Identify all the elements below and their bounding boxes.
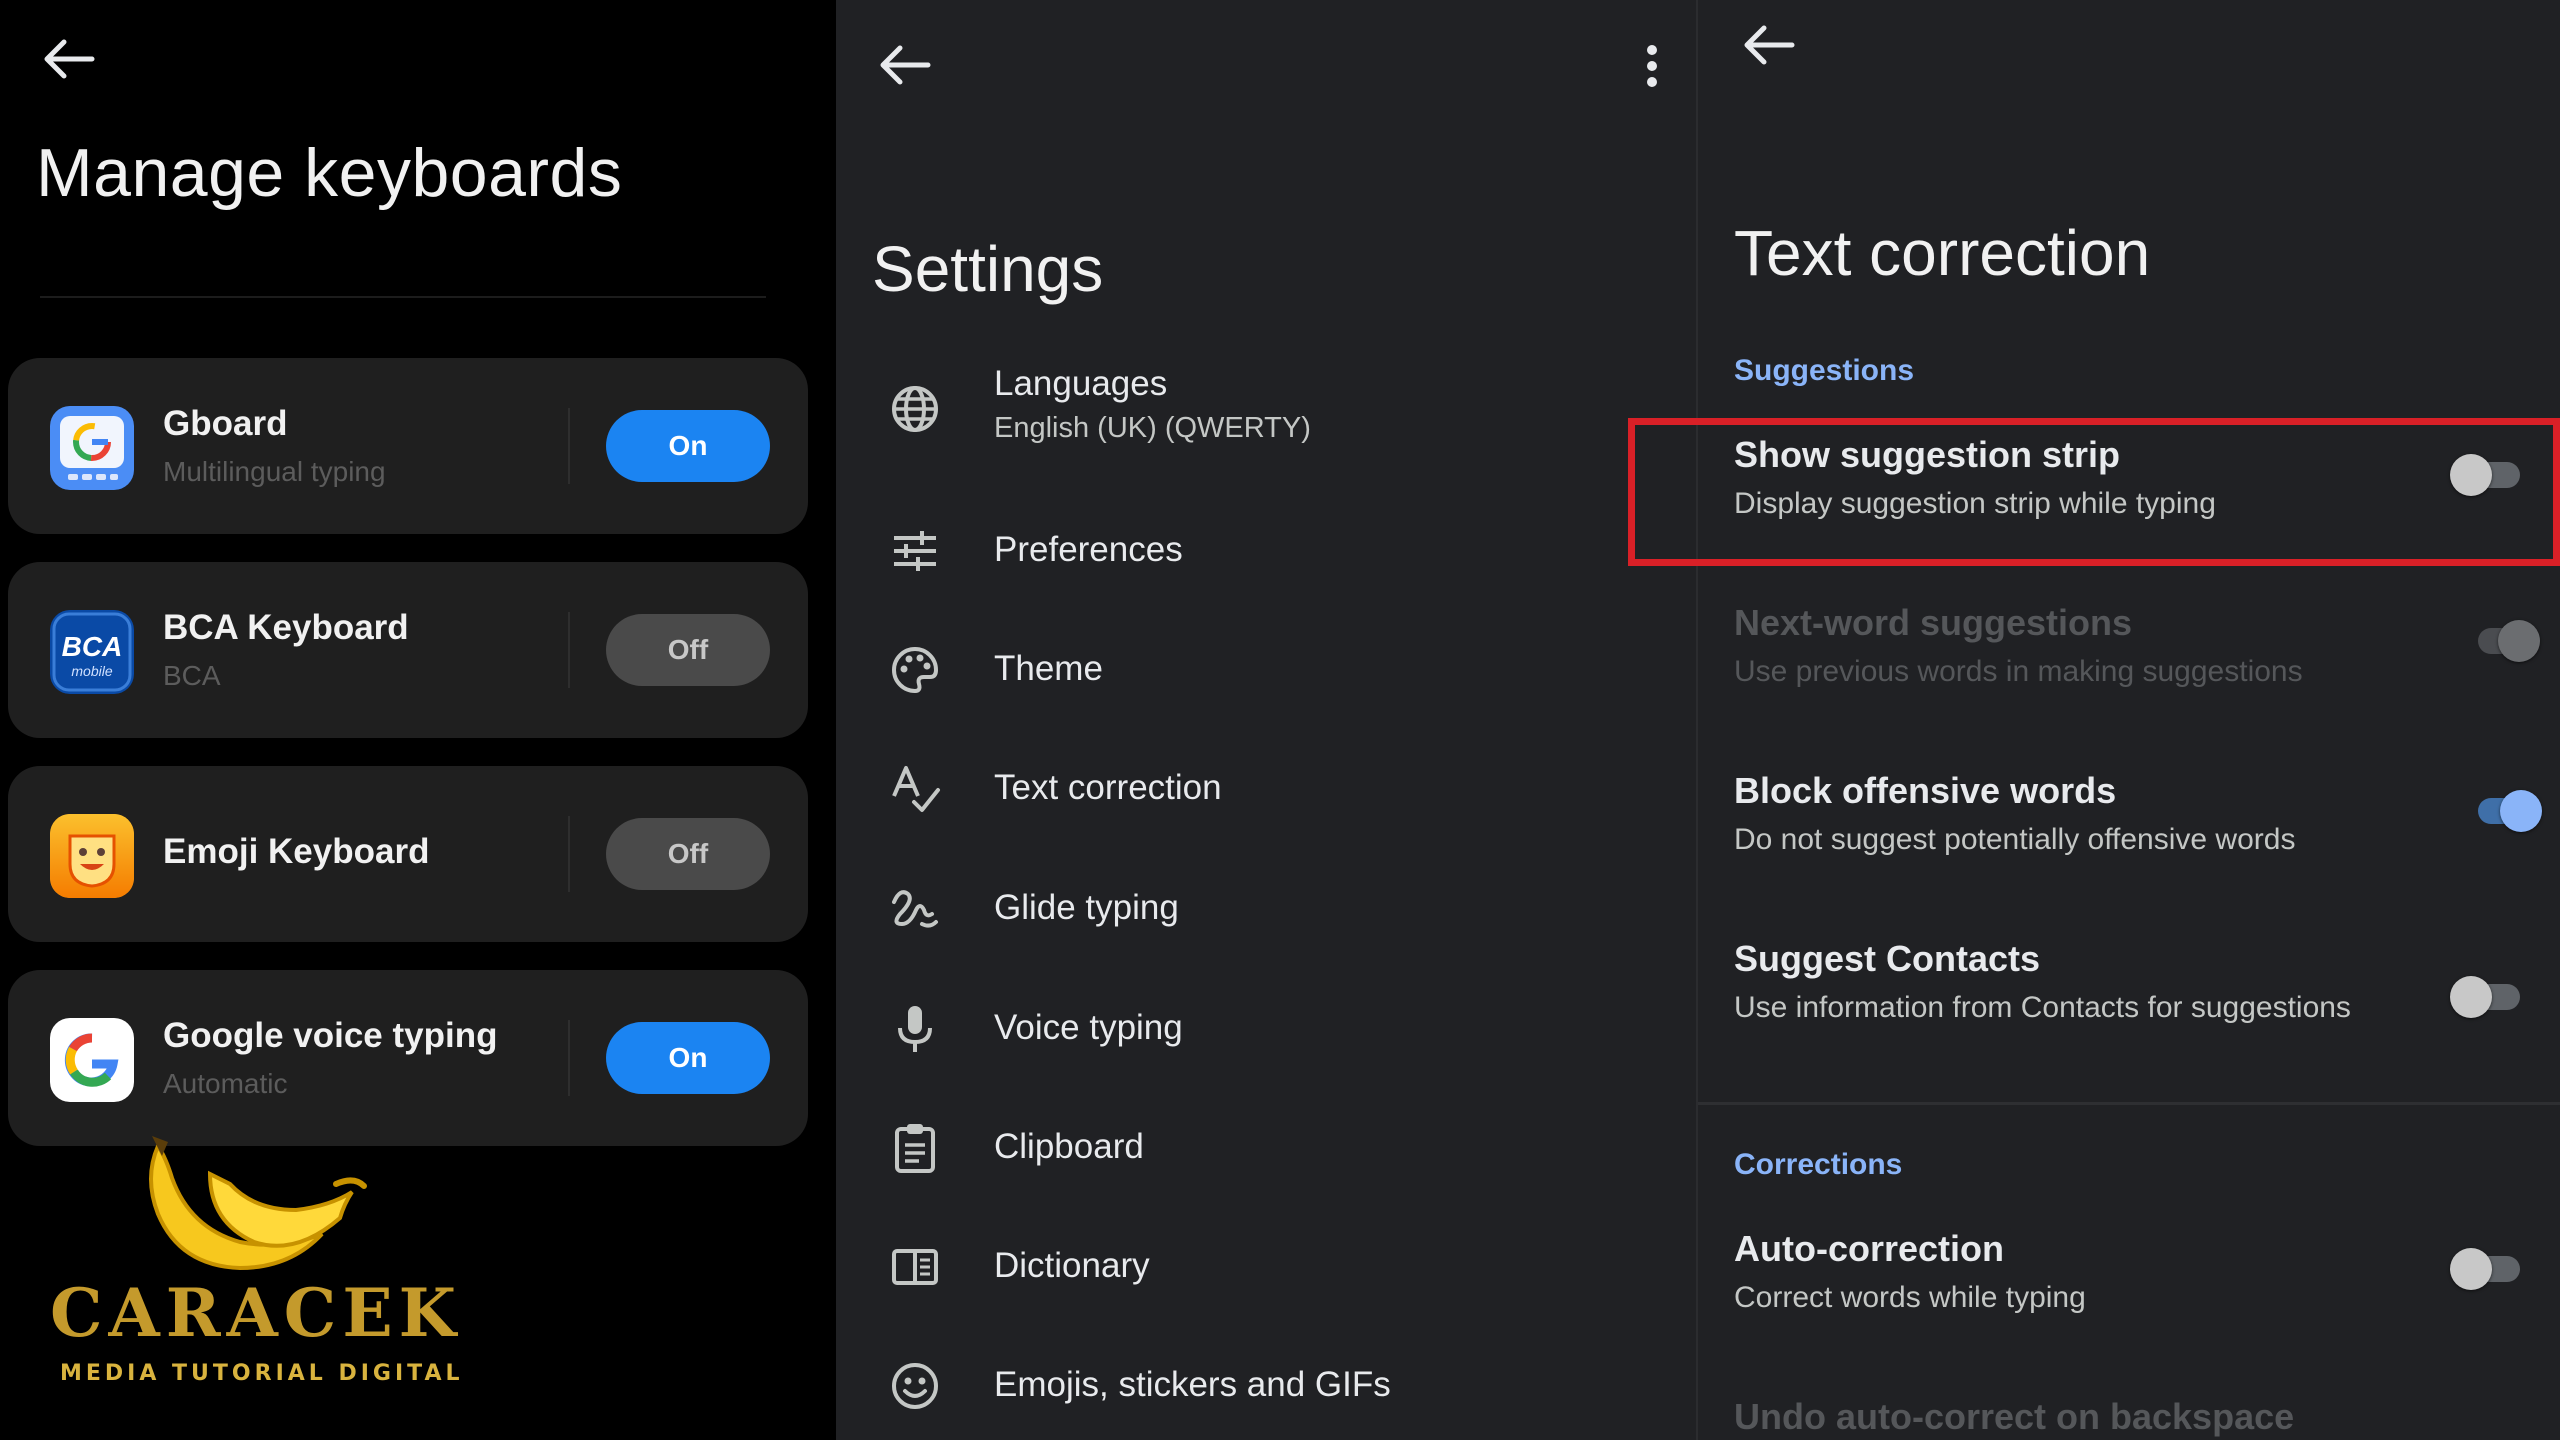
back-arrow-icon[interactable] [36, 28, 102, 90]
page-title: Settings [872, 233, 1104, 305]
smiley-icon [892, 1363, 938, 1409]
settings-item-emojis[interactable]: Emojis, stickers and GIFs [836, 1331, 1696, 1440]
google-voice-toggle[interactable]: On [606, 1022, 770, 1094]
settings-item-preferences[interactable]: Preferences [836, 496, 1696, 606]
book-icon [892, 1249, 938, 1285]
back-arrow-icon[interactable] [1736, 14, 1802, 76]
setting-subtitle: Use previous words in making suggestions [1734, 655, 2303, 688]
setting-label: Auto-correction [1734, 1228, 2004, 1269]
next-word-suggestions-switch [2470, 620, 2540, 662]
setting-label: Undo auto-correct on backspace [1734, 1396, 2295, 1437]
mic-icon [898, 1006, 932, 1052]
settings-item-label: Voice typing [994, 1008, 1183, 1047]
keyboard-subtitle: Multilingual typing [163, 456, 386, 487]
setting-suggest-contacts[interactable]: Suggest Contacts Use information from Co… [1698, 938, 2560, 1068]
banana-icon [149, 1136, 367, 1271]
setting-subtitle: Correct words while typing [1734, 1281, 2086, 1314]
highlight-box [1628, 418, 2560, 566]
watermark-brand: CARACEK [50, 1274, 462, 1352]
more-options-icon[interactable] [1632, 36, 1672, 96]
setting-undo-auto-correct[interactable]: Undo auto-correct on backspace [1698, 1396, 2560, 1440]
separator [568, 612, 570, 688]
page-title: Text correction [1734, 217, 2151, 289]
settings-item-label: Clipboard [994, 1127, 1144, 1166]
settings-item-label: Languages [994, 364, 1168, 403]
bca-logo-subtext: mobile [71, 663, 112, 679]
setting-block-offensive-words[interactable]: Block offensive words Do not suggest pot… [1698, 770, 2560, 860]
section-header-corrections: Corrections [1734, 1148, 1903, 1181]
gesture-icon [892, 890, 938, 928]
settings-item-label: Emojis, stickers and GIFs [994, 1365, 1391, 1404]
back-arrow-icon[interactable] [872, 34, 938, 96]
emoji-keyboard-app-icon [50, 814, 134, 898]
keyboard-subtitle: BCA [163, 660, 221, 691]
setting-label: Suggest Contacts [1734, 938, 2041, 979]
sliders-icon [894, 531, 936, 571]
keyboard-card-gboard[interactable]: Gboard Multilingual typing On [8, 358, 808, 534]
emoji-keyboard-toggle[interactable]: Off [606, 818, 770, 890]
settings-item-voice-typing[interactable]: Voice typing [836, 974, 1696, 1084]
section-divider [1698, 1102, 2560, 1105]
keyboard-name: BCA Keyboard [163, 608, 409, 647]
keyboard-subtitle: Automatic [163, 1068, 288, 1099]
bca-logo-text: BCA [62, 631, 123, 662]
google-g-icon [50, 1018, 134, 1102]
settings-item-label: Theme [994, 649, 1103, 688]
settings-item-clipboard[interactable]: Clipboard [836, 1093, 1696, 1203]
settings-item-glide-typing[interactable]: Glide typing [836, 854, 1696, 964]
settings-item-label: Glide typing [994, 888, 1179, 927]
clipboard-icon [895, 1124, 935, 1173]
gboard-app-icon [50, 406, 134, 490]
spellcheck-icon [892, 766, 940, 812]
keyboard-name: Google voice typing [163, 1016, 498, 1055]
setting-label: Block offensive words [1734, 770, 2117, 811]
block-offensive-words-switch[interactable] [2470, 790, 2542, 832]
caracek-watermark-logo: CARACEK MEDIA TUTORIAL DIGITAL [50, 1136, 464, 1386]
settings-item-text-correction[interactable]: Text correction [836, 734, 1696, 844]
settings-item-theme[interactable]: Theme [836, 615, 1696, 725]
keyboard-name: Emoji Keyboard [163, 832, 430, 871]
manage-keyboards-panel: Manage keyboards Gboard Multilingual typ… [0, 0, 836, 1440]
settings-item-label: Dictionary [994, 1246, 1150, 1285]
separator [568, 816, 570, 892]
palette-icon [892, 646, 939, 694]
keyboard-card-bca[interactable]: BCA mobile BCA Keyboard BCA Off [8, 562, 808, 738]
separator [568, 408, 570, 484]
globe-icon [892, 386, 938, 432]
divider [40, 296, 766, 298]
settings-item-label: Text correction [994, 768, 1222, 807]
section-header-suggestions: Suggestions [1734, 354, 1915, 387]
settings-item-label: Preferences [994, 530, 1183, 569]
bca-keyboard-toggle[interactable]: Off [606, 614, 770, 686]
setting-subtitle: Use information from Contacts for sugges… [1734, 991, 2351, 1024]
bca-app-icon: BCA mobile [50, 610, 134, 694]
setting-label: Next-word suggestions [1734, 602, 2133, 643]
suggest-contacts-switch[interactable] [2450, 976, 2520, 1018]
setting-auto-correction[interactable]: Auto-correction Correct words while typi… [1698, 1228, 2560, 1318]
keyboard-card-emoji[interactable]: Emoji Keyboard Off [8, 766, 808, 942]
setting-subtitle: Do not suggest potentially offensive wor… [1734, 823, 2296, 856]
settings-item-subtitle: English (UK) (QWERTY) [994, 412, 1311, 444]
auto-correction-switch[interactable] [2450, 1248, 2520, 1290]
settings-panel: Settings Languages English (UK) (QWERTY)… [836, 0, 1696, 1440]
text-correction-panel: Text correction Suggestions Show suggest… [1696, 0, 2560, 1440]
gboard-toggle[interactable]: On [606, 410, 770, 482]
settings-item-languages[interactable]: Languages English (UK) (QWERTY) [836, 354, 1696, 464]
setting-next-word-suggestions: Next-word suggestions Use previous words… [1698, 602, 2560, 692]
separator [568, 1020, 570, 1096]
keyboard-name: Gboard [163, 404, 288, 443]
watermark-tagline: MEDIA TUTORIAL DIGITAL [60, 1361, 464, 1386]
settings-item-dictionary[interactable]: Dictionary [836, 1212, 1696, 1322]
page-title: Manage keyboards [36, 135, 623, 211]
